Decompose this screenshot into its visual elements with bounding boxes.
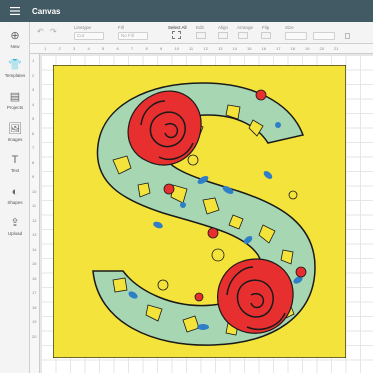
flip-icon[interactable] <box>261 32 271 39</box>
sidebar-item-label: Text <box>10 168 20 173</box>
ruler-left-number: 11 <box>32 203 37 208</box>
ruler-top-number: 2 <box>58 46 61 51</box>
ruler-top-number: 12 <box>203 46 208 51</box>
ruler-left-number: 15 <box>32 261 37 266</box>
ruler-left-number: 13 <box>32 232 37 237</box>
horizontal-ruler: 1 2 3 4 5 6 7 8 9 10 11 12 13 14 15 16 17 18 19 20 21 <box>30 44 373 54</box>
ruler-top-number: 6 <box>116 46 119 51</box>
ruler-top-number: 11 <box>189 46 194 51</box>
ruler-top-number: 14 <box>232 46 237 51</box>
lock-icon[interactable] <box>345 33 350 39</box>
ruler-top-number: 4 <box>87 46 90 51</box>
projects-icon: ▤ <box>9 91 21 103</box>
ruler-top-number: 9 <box>160 46 163 51</box>
upload-icon: ⇪ <box>10 217 20 229</box>
ruler-left-number: 10 <box>32 188 37 194</box>
text-icon: T <box>11 154 19 166</box>
ruler-top-number: 20 <box>319 46 324 51</box>
fill-label: Fill <box>118 25 124 30</box>
hamburger-menu-icon[interactable] <box>0 0 30 22</box>
sidebar-item-label: Projects <box>6 105 24 110</box>
ruler-left-number: 4 <box>32 101 35 107</box>
shapes-icon: ◐ <box>11 186 19 198</box>
rose-bottom-right <box>217 258 294 334</box>
top-bar: Canvas <box>0 0 373 22</box>
arrange-label: Arrange <box>237 25 254 30</box>
ruler-left-number: 12 <box>32 217 37 223</box>
ruler-top-number: 3 <box>73 46 76 51</box>
ruler-top-number: 21 <box>334 46 339 51</box>
sidebar-item-label: Templates <box>4 73 26 78</box>
letter-s-floral-design[interactable] <box>53 65 346 358</box>
ruler-top-number: 7 <box>131 46 134 51</box>
page-title: Canvas <box>32 6 61 16</box>
flip-label: Flip <box>262 25 270 30</box>
arrange-icon[interactable] <box>238 32 248 39</box>
ruler-left-number: 17 <box>32 290 37 295</box>
sidebar-item-new[interactable]: ⊕ New <box>0 30 30 49</box>
ruler-left-number: 3 <box>32 87 35 92</box>
ruler-left-number: 19 <box>32 319 37 324</box>
ruler-left-number: 9 <box>32 174 35 179</box>
ruler-left-number: 16 <box>32 275 37 281</box>
ruler-top-number: 10 <box>174 46 179 51</box>
ruler-left-number: 6 <box>32 130 35 136</box>
sidebar-item-label: Upload <box>7 231 23 236</box>
undo-icon[interactable]: ↶ <box>37 27 44 36</box>
align-label: Align <box>218 25 229 30</box>
ruler-left-number: 18 <box>32 304 37 310</box>
edit-icon[interactable] <box>196 32 206 39</box>
ruler-left-number: 2 <box>32 72 35 78</box>
ruler-top-number: 16 <box>261 46 266 51</box>
sidebar-item-label: Shapes <box>7 200 23 205</box>
design-canvas[interactable] <box>41 55 373 373</box>
ruler-top-number: 5 <box>102 46 105 51</box>
align-icon[interactable] <box>218 32 228 39</box>
ruler-left-number: 1 <box>32 58 35 63</box>
ruler-left-number: 8 <box>32 159 35 165</box>
sidebar-item-label: New <box>10 44 20 49</box>
size-height-field[interactable] <box>313 32 335 40</box>
edit-toolbar: ↶ ↷ Linetype Cut Fill No Fill Select All… <box>0 22 373 44</box>
sidebar-item-images[interactable]: 🖼 Images <box>0 123 30 142</box>
ruler-left-number: 7 <box>32 145 35 150</box>
redo-icon[interactable]: ↷ <box>50 27 57 36</box>
fill-value: No Fill <box>121 33 134 38</box>
sidebar-item-text[interactable]: T Text <box>0 154 30 173</box>
size-width-field[interactable] <box>285 32 307 40</box>
ruler-top-number: 18 <box>290 46 295 51</box>
sidebar-item-projects[interactable]: ▤ Projects <box>0 91 30 110</box>
linetype-value: Cut <box>77 33 85 38</box>
ruler-left-number: 5 <box>32 116 35 121</box>
select-all-button[interactable]: Select All <box>168 25 187 30</box>
size-label: Size <box>285 25 294 30</box>
sidebar-item-label: Images <box>7 137 23 142</box>
ruler-top-number: 17 <box>276 46 281 51</box>
plus-circle-icon: ⊕ <box>10 30 20 42</box>
edit-label: Edit <box>196 25 204 30</box>
linetype-label: Linetype <box>74 25 92 30</box>
ruler-left-number: 14 <box>32 246 37 252</box>
ruler-top-number: 1 <box>44 46 47 51</box>
image-icon: 🖼 <box>8 123 22 135</box>
sidebar-item-shapes[interactable]: ◐ Shapes <box>0 186 30 205</box>
ruler-top-number: 19 <box>305 46 310 51</box>
ruler-top-number: 13 <box>218 46 223 51</box>
ruler-top-number: 8 <box>145 46 148 51</box>
vertical-ruler: 1 2 3 4 5 6 7 8 9 10 11 12 13 14 15 16 17 18 19 20 <box>30 54 40 373</box>
ruler-top-number: 15 <box>247 46 252 51</box>
ruler-left-number: 20 <box>32 333 37 339</box>
sidebar-item-templates[interactable]: 👕 Templates <box>0 59 30 78</box>
sidebar-item-upload[interactable]: ⇪ Upload <box>0 217 30 236</box>
tshirt-icon: 👕 <box>8 59 22 71</box>
select-all-icon[interactable] <box>172 31 181 39</box>
